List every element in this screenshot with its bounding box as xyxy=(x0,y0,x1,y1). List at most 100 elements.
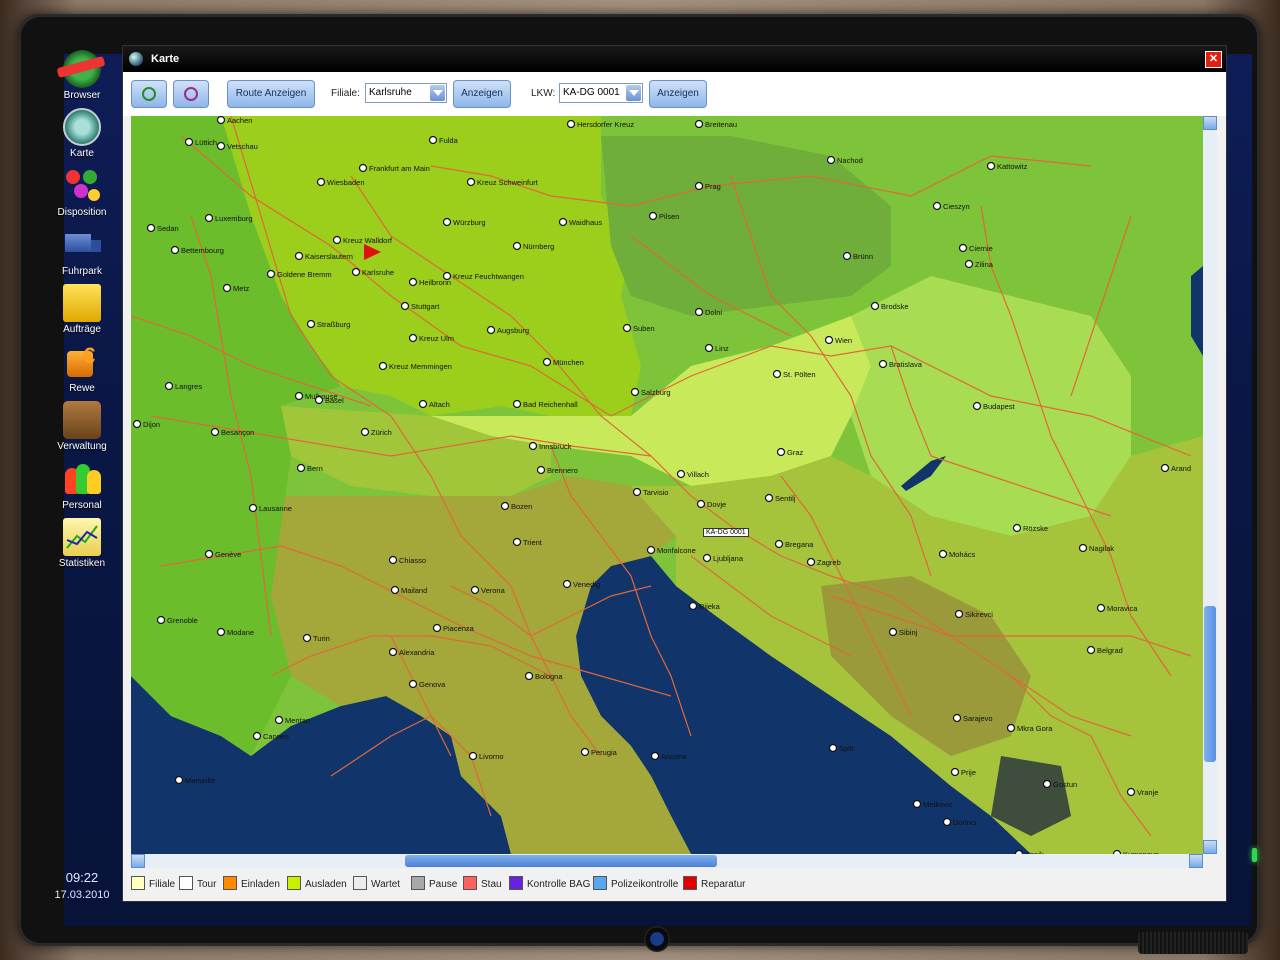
city-marker[interactable] xyxy=(950,767,960,777)
chevron-down-icon[interactable] xyxy=(430,85,445,101)
desktop-icon-fuhrpark[interactable]: Fuhrpark xyxy=(54,226,110,277)
city-marker[interactable] xyxy=(174,775,184,785)
horizontal-scrollbar[interactable] xyxy=(131,854,1203,868)
city-marker[interactable] xyxy=(332,235,342,245)
city-marker[interactable] xyxy=(528,441,538,451)
city-marker[interactable] xyxy=(204,549,214,559)
city-marker[interactable] xyxy=(580,747,590,757)
desktop-icon-personal[interactable]: Personal xyxy=(54,460,110,511)
desktop-icon-browser[interactable]: Browser xyxy=(54,50,110,101)
city-marker[interactable] xyxy=(408,679,418,689)
lkw-select[interactable]: KA-DG 0001 xyxy=(559,83,643,103)
route-anzeigen-button[interactable]: Route Anzeigen xyxy=(227,80,315,108)
city-marker[interactable] xyxy=(972,401,982,411)
city-marker[interactable] xyxy=(870,301,880,311)
city-marker[interactable] xyxy=(558,217,568,227)
city-marker[interactable] xyxy=(694,181,704,191)
city-marker[interactable] xyxy=(486,325,496,335)
city-marker[interactable] xyxy=(1006,723,1016,733)
scroll-left-icon[interactable] xyxy=(131,854,145,868)
city-marker[interactable] xyxy=(442,271,452,281)
desktop-icon-statistiken[interactable]: Statistiken xyxy=(54,518,110,569)
city-marker[interactable] xyxy=(314,395,324,405)
city-marker[interactable] xyxy=(512,399,522,409)
power-button[interactable] xyxy=(644,926,670,952)
city-marker[interactable] xyxy=(772,369,782,379)
city-marker[interactable] xyxy=(132,419,142,429)
city-marker[interactable] xyxy=(542,357,552,367)
scroll-right-icon[interactable] xyxy=(1189,854,1203,868)
city-marker[interactable] xyxy=(648,211,658,221)
city-marker[interactable] xyxy=(704,343,714,353)
desktop-icon-rewe[interactable]: € Rewe xyxy=(54,343,110,394)
city-marker[interactable] xyxy=(306,319,316,329)
city-marker[interactable] xyxy=(360,427,370,437)
city-marker[interactable] xyxy=(764,493,774,503)
city-marker[interactable] xyxy=(702,553,712,563)
city-marker[interactable] xyxy=(164,381,174,391)
city-marker[interactable] xyxy=(964,259,974,269)
city-marker[interactable] xyxy=(694,119,704,129)
city-marker[interactable] xyxy=(216,116,226,125)
city-marker[interactable] xyxy=(204,213,214,223)
city-marker[interactable] xyxy=(512,241,522,251)
city-marker[interactable] xyxy=(676,469,686,479)
city-marker[interactable] xyxy=(302,633,312,643)
city-marker[interactable] xyxy=(432,623,442,633)
city-marker[interactable] xyxy=(696,499,706,509)
city-marker[interactable] xyxy=(954,609,964,619)
city-marker[interactable] xyxy=(418,399,428,409)
vertical-scrollbar[interactable] xyxy=(1203,116,1217,854)
close-button[interactable]: ✕ xyxy=(1205,51,1222,68)
city-marker[interactable] xyxy=(694,307,704,317)
filiale-select[interactable]: Karlsruhe xyxy=(365,83,447,103)
city-marker[interactable] xyxy=(146,223,156,233)
city-marker[interactable] xyxy=(774,539,784,549)
city-marker[interactable] xyxy=(170,245,180,255)
desktop-icon-disposition[interactable]: Disposition xyxy=(54,167,110,218)
city-marker[interactable] xyxy=(806,557,816,567)
city-marker[interactable] xyxy=(428,135,438,145)
city-marker[interactable] xyxy=(912,799,922,809)
desktop-icon-karte[interactable]: Karte xyxy=(54,108,110,159)
chevron-down-icon[interactable] xyxy=(626,85,641,101)
city-marker[interactable] xyxy=(826,155,836,165)
city-marker[interactable] xyxy=(566,119,576,129)
city-marker[interactable] xyxy=(630,387,640,397)
city-marker[interactable] xyxy=(378,361,388,371)
city-marker[interactable] xyxy=(942,817,952,827)
scroll-down-icon[interactable] xyxy=(1203,840,1217,854)
city-marker[interactable] xyxy=(442,217,452,227)
city-marker[interactable] xyxy=(388,647,398,657)
city-marker[interactable] xyxy=(358,163,368,173)
city-marker[interactable] xyxy=(408,333,418,343)
horizontal-scroll-thumb[interactable] xyxy=(405,855,717,867)
city-marker[interactable] xyxy=(294,391,304,401)
city-marker[interactable] xyxy=(776,447,786,457)
city-marker[interactable] xyxy=(512,537,522,547)
vertical-scroll-thumb[interactable] xyxy=(1204,606,1216,762)
city-marker[interactable] xyxy=(562,579,572,589)
city-marker[interactable] xyxy=(646,545,656,555)
city-marker[interactable] xyxy=(932,201,942,211)
desktop-icon-auftraege[interactable]: Aufträge xyxy=(54,284,110,335)
city-marker[interactable] xyxy=(210,427,220,437)
city-marker[interactable] xyxy=(266,269,276,279)
city-marker[interactable] xyxy=(294,251,304,261)
city-marker[interactable] xyxy=(1042,779,1052,789)
city-marker[interactable] xyxy=(888,627,898,637)
lkw-anzeigen-button[interactable]: Anzeigen xyxy=(649,80,707,108)
city-marker[interactable] xyxy=(252,731,262,741)
city-marker[interactable] xyxy=(958,243,968,253)
city-marker[interactable] xyxy=(390,585,400,595)
city-marker[interactable] xyxy=(828,743,838,753)
city-marker[interactable] xyxy=(184,137,194,147)
city-marker[interactable] xyxy=(216,141,226,151)
city-marker[interactable] xyxy=(938,549,948,559)
map-canvas[interactable]: Aachen Lüttich Vetschau Fulda Hersdorfer Kre… xyxy=(131,116,1203,854)
city-marker[interactable] xyxy=(351,267,361,277)
city-marker[interactable] xyxy=(842,251,852,261)
city-marker[interactable] xyxy=(156,615,166,625)
city-marker[interactable] xyxy=(1160,463,1170,473)
city-marker[interactable] xyxy=(248,503,258,513)
